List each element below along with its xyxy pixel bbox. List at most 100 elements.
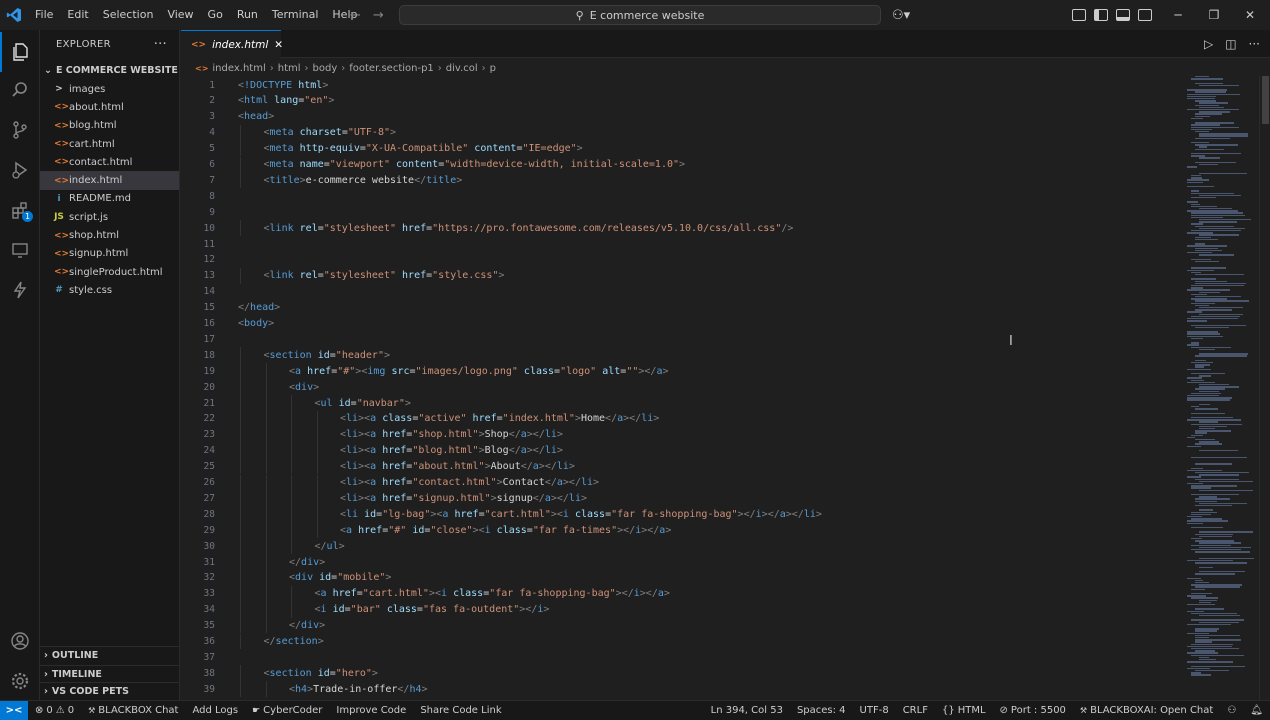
editor-actions: ▷ ◫ ··· xyxy=(1204,30,1260,58)
minimap-line xyxy=(1187,577,1202,579)
menu-edit[interactable]: Edit xyxy=(60,0,95,30)
indent-guide xyxy=(240,569,241,586)
minimap-line xyxy=(1187,331,1219,333)
add-logs-button[interactable]: Add Logs xyxy=(185,705,245,716)
indent-guide xyxy=(316,490,318,507)
minimap-line xyxy=(1195,388,1226,390)
settings-gear-icon[interactable] xyxy=(0,661,40,701)
accounts-icon[interactable] xyxy=(0,621,40,661)
back-arrow-icon[interactable]: ← xyxy=(350,8,361,23)
minimap-line xyxy=(1187,560,1233,562)
cursor-position[interactable]: Ln 394, Col 53 xyxy=(704,705,790,716)
language-mode[interactable]: {} HTML xyxy=(935,705,993,716)
toggle-panel-icon[interactable] xyxy=(1116,9,1130,21)
html-file-icon: <> xyxy=(191,39,207,50)
menu-go[interactable]: Go xyxy=(201,0,230,30)
minimap-line xyxy=(1191,124,1221,126)
search-view-icon[interactable] xyxy=(0,70,40,110)
file-tree-item[interactable]: <> singleProduct.html xyxy=(40,263,179,281)
minimize-icon[interactable]: ─ xyxy=(1160,8,1196,22)
copilot-status-icon[interactable]: ⚇ xyxy=(1220,705,1243,716)
indent-guide xyxy=(291,506,292,523)
split-editor-icon[interactable]: ◫ xyxy=(1225,37,1236,51)
code-line: 14 xyxy=(181,284,215,300)
breadcrumb-item[interactable]: p xyxy=(490,63,496,74)
notifications-bell-icon[interactable]: 🔔︎ xyxy=(1243,705,1270,716)
forward-arrow-icon[interactable]: → xyxy=(373,8,384,23)
editor-scrollbar[interactable] xyxy=(1259,76,1270,700)
workspace-folder[interactable]: ⌄ E COMMERCE WEBSITE xyxy=(40,60,179,80)
encoding[interactable]: UTF-8 xyxy=(853,705,896,716)
file-tree-item[interactable]: # style.css xyxy=(40,281,179,299)
minimap-line xyxy=(1191,153,1241,155)
menu-selection[interactable]: Selection xyxy=(96,0,161,30)
file-tree-item[interactable]: <> contact.html xyxy=(40,153,179,171)
menu-run[interactable]: Run xyxy=(230,0,265,30)
file-tree-item[interactable]: <> blog.html xyxy=(40,117,179,135)
file-tree-item[interactable]: <> signup.html xyxy=(40,245,179,263)
file-tree-item[interactable]: JS script.js xyxy=(40,208,179,226)
improve-code-button[interactable]: Improve Code xyxy=(329,705,413,716)
extensions-icon[interactable]: 1 xyxy=(0,190,40,230)
blackbox-chat-button[interactable]: ⚒ BLACKBOX Chat xyxy=(81,705,185,716)
minimap-line xyxy=(1191,126,1240,128)
cybercoder-label: CyberCoder xyxy=(263,705,323,716)
minimap-line xyxy=(1199,313,1244,315)
problems-indicator[interactable]: ⊗ 0 ⚠ 0 xyxy=(28,705,81,716)
indent-guide xyxy=(240,617,241,634)
source-control-icon[interactable] xyxy=(0,110,40,150)
menu-view[interactable]: View xyxy=(160,0,200,30)
line-number: 32 xyxy=(203,572,215,584)
file-tree-item[interactable]: > images xyxy=(40,80,179,98)
line-number: 23 xyxy=(203,429,215,441)
file-tree-item[interactable]: <> about.html xyxy=(40,98,179,116)
file-tree-item[interactable]: <> cart.html xyxy=(40,135,179,153)
share-code-link-button[interactable]: Share Code Link xyxy=(413,705,508,716)
more-editor-actions-icon[interactable]: ··· xyxy=(1249,37,1260,51)
restore-icon[interactable]: ❐ xyxy=(1196,8,1232,22)
code-editor[interactable]: 1 <!DOCTYPE html> 2 <html lang="en"> 3 <head>… xyxy=(181,76,1181,700)
file-tree-item[interactable]: <> shop.html xyxy=(40,226,179,244)
blackboxai-open-chat[interactable]: ⚒ BLACKBOXAI: Open Chat xyxy=(1073,705,1220,716)
testing-icon[interactable] xyxy=(0,270,40,310)
menu-terminal[interactable]: Terminal xyxy=(265,0,326,30)
command-center-search[interactable]: ⚲ E commerce website xyxy=(399,5,881,25)
copilot-icon[interactable]: ⚇▾ xyxy=(892,8,910,23)
remote-explorer-icon[interactable] xyxy=(0,230,40,270)
close-window-icon[interactable]: ✕ xyxy=(1232,8,1268,22)
minimap-line xyxy=(1195,115,1210,117)
vscode-pets-section[interactable]: › VS CODE PETS xyxy=(40,682,180,700)
minimap-line xyxy=(1187,335,1224,337)
file-tree-item[interactable]: i README.md xyxy=(40,190,179,208)
toggle-secondary-sidebar-icon[interactable] xyxy=(1138,9,1152,21)
breadcrumb-item[interactable]: div.col xyxy=(446,63,478,74)
breadcrumb-item[interactable]: index.html xyxy=(212,63,265,74)
minimap-line xyxy=(1195,562,1248,564)
run-debug-icon[interactable] xyxy=(0,150,40,190)
breadcrumb-item[interactable]: html xyxy=(278,63,301,74)
customize-layout-icon[interactable] xyxy=(1072,9,1086,21)
remote-indicator-icon[interactable]: >< xyxy=(0,701,28,720)
close-tab-icon[interactable]: ✕ xyxy=(274,39,283,51)
minimap-line xyxy=(1187,522,1203,524)
minimap[interactable] xyxy=(1183,76,1258,700)
indentation[interactable]: Spaces: 4 xyxy=(790,705,853,716)
file-tree-item[interactable]: <> index.html xyxy=(40,171,179,190)
explorer-icon[interactable] xyxy=(0,32,40,72)
timeline-section[interactable]: › TIMELINE xyxy=(40,665,180,683)
breadcrumb-item[interactable]: footer.section-p1 xyxy=(349,63,434,74)
toggle-sidebar-icon[interactable] xyxy=(1094,9,1108,21)
scrollbar-thumb[interactable] xyxy=(1262,76,1269,124)
minimap-line xyxy=(1195,628,1220,630)
cybercoder-button[interactable]: ☛ CyberCoder xyxy=(245,705,329,716)
more-actions-icon[interactable]: ··· xyxy=(154,37,167,52)
minimap-line xyxy=(1195,650,1216,652)
line-endings[interactable]: CRLF xyxy=(896,705,935,716)
live-server-port[interactable]: ⊘ Port : 5500 xyxy=(993,705,1073,716)
braces-icon: {} xyxy=(941,705,955,716)
menu-file[interactable]: File xyxy=(28,0,60,30)
outline-section[interactable]: › OUTLINE xyxy=(40,646,180,664)
run-icon[interactable]: ▷ xyxy=(1204,37,1213,51)
breadcrumb-item[interactable]: body xyxy=(313,63,338,74)
tab-index-html[interactable]: <> index.html ✕ xyxy=(181,30,283,58)
